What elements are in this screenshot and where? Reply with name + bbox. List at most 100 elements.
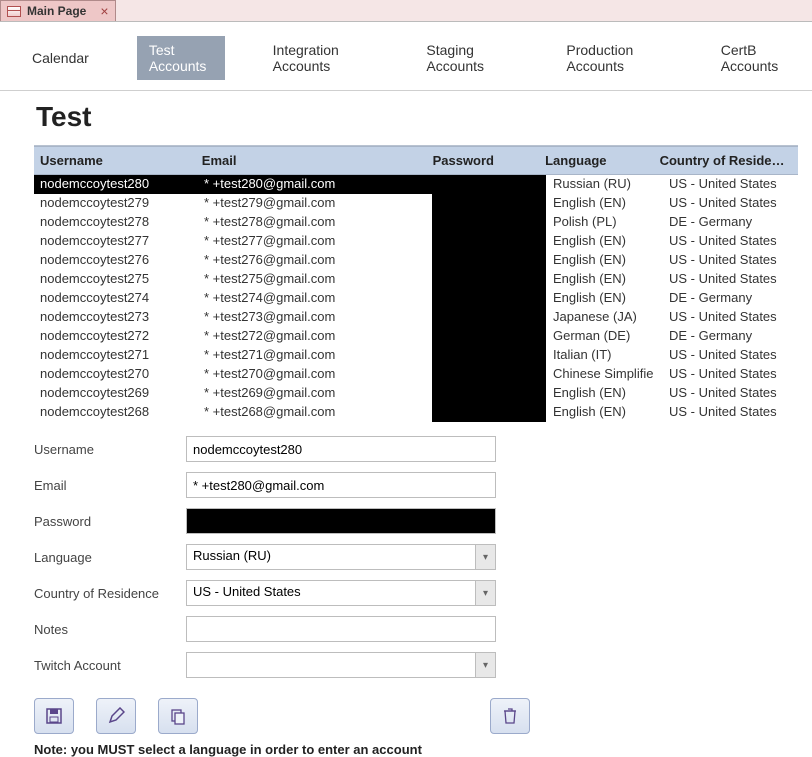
cell-language: Russian (RU) [546,175,662,194]
tab-certb-accounts[interactable]: CertB Accounts [709,36,804,80]
table-row[interactable]: nodemccoytest277* +test277@gmail.comEngl… [34,232,798,251]
label-password: Password [34,514,186,529]
table-row[interactable]: nodemccoytest273* +test273@gmail.comJapa… [34,308,798,327]
cell-country: US - United States [662,365,798,384]
table-row[interactable]: nodemccoytest279* +test279@gmail.comEngl… [34,194,798,213]
cell-country: US - United States [662,270,798,289]
table-row[interactable]: nodemccoytest280* +test280@gmail.comRuss… [34,175,798,194]
edit-button[interactable] [96,698,136,734]
cell-email: * +test278@gmail.com [198,213,432,232]
col-country[interactable]: Country of Residence [654,147,798,174]
cell-country: DE - Germany [662,213,798,232]
save-button[interactable] [34,698,74,734]
cell-password [432,308,546,327]
chevron-down-icon[interactable]: ▾ [475,581,495,605]
form-icon [7,6,21,17]
chevron-down-icon[interactable]: ▾ [475,653,495,677]
password-field[interactable] [186,508,496,534]
window-tab-main-page[interactable]: Main Page × [0,0,116,21]
cell-language: English (EN) [546,384,662,403]
label-email: Email [34,478,186,493]
cell-email: * +test274@gmail.com [198,289,432,308]
label-notes: Notes [34,622,186,637]
cell-language: English (EN) [546,403,662,422]
label-twitch: Twitch Account [34,658,186,673]
label-username: Username [34,442,186,457]
table-row[interactable]: nodemccoytest278* +test278@gmail.comPoli… [34,213,798,232]
cell-password [432,289,546,308]
cell-email: * +test268@gmail.com [198,403,432,422]
grid-header: Username Email Password Language Country… [34,146,798,175]
table-row[interactable]: nodemccoytest270* +test270@gmail.comChin… [34,365,798,384]
cell-password [432,327,546,346]
notes-field[interactable] [186,616,496,642]
cell-username: nodemccoytest269 [34,384,198,403]
cell-username: nodemccoytest270 [34,365,198,384]
cell-username: nodemccoytest268 [34,403,198,422]
cell-email: * +test279@gmail.com [198,194,432,213]
cell-language: Japanese (JA) [546,308,662,327]
cell-email: * +test277@gmail.com [198,232,432,251]
cell-language: German (DE) [546,327,662,346]
accounts-grid: Username Email Password Language Country… [34,145,798,422]
cell-username: nodemccoytest272 [34,327,198,346]
cell-password [432,194,546,213]
tab-calendar[interactable]: Calendar [20,44,101,72]
note-text: Note: you MUST select a language in orde… [34,742,812,757]
email-field[interactable] [186,472,496,498]
cell-country: US - United States [662,194,798,213]
table-row[interactable]: nodemccoytest275* +test275@gmail.comEngl… [34,270,798,289]
col-username[interactable]: Username [34,147,196,174]
cell-language: Polish (PL) [546,213,662,232]
cell-password [432,346,546,365]
cell-language: English (EN) [546,251,662,270]
cell-country: US - United States [662,346,798,365]
col-language[interactable]: Language [539,147,653,174]
twitch-select-value [187,653,475,677]
copy-button[interactable] [158,698,198,734]
cell-password [432,384,546,403]
cell-language: Italian (IT) [546,346,662,365]
copy-icon [169,707,187,725]
window-tab-bar: Main Page × [0,0,812,22]
cell-language: Chinese Simplifie [546,365,662,384]
country-select[interactable]: US - United States ▾ [186,580,496,606]
table-row[interactable]: nodemccoytest274* +test274@gmail.comEngl… [34,289,798,308]
save-icon [45,707,63,725]
twitch-select[interactable]: ▾ [186,652,496,678]
tab-staging-accounts[interactable]: Staging Accounts [414,36,518,80]
page-body: Test Username Email Password Language Co… [0,91,812,757]
grid-body: nodemccoytest280* +test280@gmail.comRuss… [34,175,798,422]
window-tab-title: Main Page [27,4,86,18]
tab-production-accounts[interactable]: Production Accounts [554,36,672,80]
delete-button[interactable] [490,698,530,734]
cell-username: nodemccoytest279 [34,194,198,213]
cell-password [432,270,546,289]
cell-language: English (EN) [546,270,662,289]
col-password[interactable]: Password [427,147,540,174]
table-row[interactable]: nodemccoytest269* +test269@gmail.comEngl… [34,384,798,403]
label-language: Language [34,550,186,565]
tab-integration-accounts[interactable]: Integration Accounts [261,36,379,80]
cell-email: * +test280@gmail.com [198,175,432,194]
cell-password [432,403,546,422]
cell-country: US - United States [662,308,798,327]
cell-language: English (EN) [546,232,662,251]
close-icon[interactable]: × [100,4,108,18]
table-row[interactable]: nodemccoytest276* +test276@gmail.comEngl… [34,251,798,270]
cell-email: * +test276@gmail.com [198,251,432,270]
col-email[interactable]: Email [196,147,427,174]
username-field[interactable] [186,436,496,462]
language-select-value: Russian (RU) [187,545,475,569]
cell-password [432,365,546,384]
table-row[interactable]: nodemccoytest272* +test272@gmail.comGerm… [34,327,798,346]
tab-test-accounts[interactable]: Test Accounts [137,36,225,80]
language-select[interactable]: Russian (RU) ▾ [186,544,496,570]
table-row[interactable]: nodemccoytest268* +test268@gmail.com Engl… [34,403,798,422]
cell-country: US - United States [662,384,798,403]
chevron-down-icon[interactable]: ▾ [475,545,495,569]
cell-username: nodemccoytest271 [34,346,198,365]
action-bar [34,698,812,734]
table-row[interactable]: nodemccoytest271* +test271@gmail.comItal… [34,346,798,365]
cell-email: * +test273@gmail.com [198,308,432,327]
